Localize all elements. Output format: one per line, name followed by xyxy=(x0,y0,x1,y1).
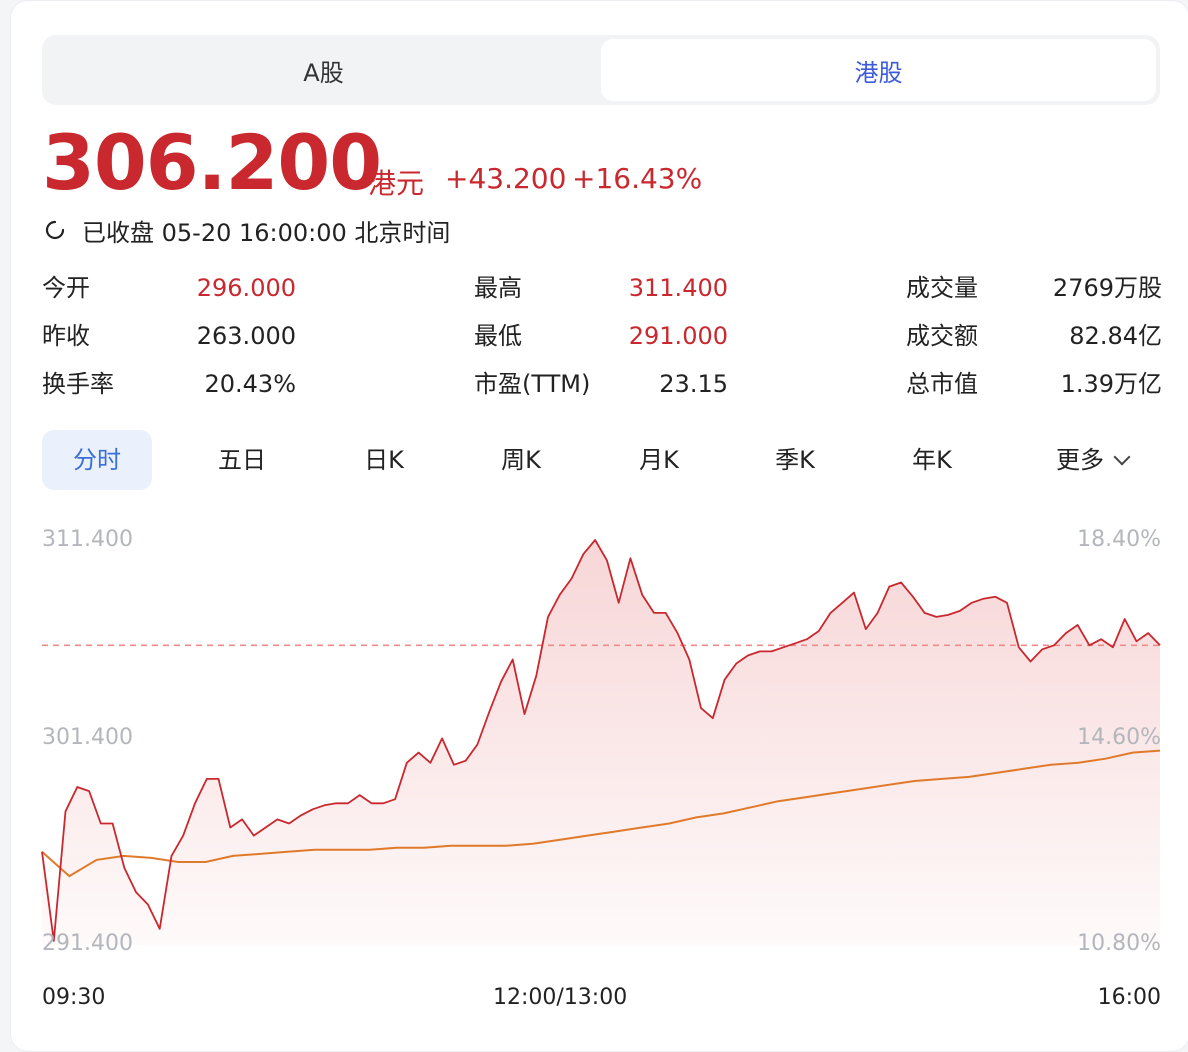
tab-hk-share[interactable]: 港股 xyxy=(601,39,1156,101)
stat-label-market-cap: 总市值 xyxy=(906,362,978,406)
tab-five-day[interactable]: 五日 xyxy=(187,430,297,490)
tab-more-label: 更多 xyxy=(1056,446,1104,474)
status-text: 已收盘 05-20 16:00:00 北京时间 xyxy=(82,213,450,248)
stat-label-low: 最低 xyxy=(474,314,522,358)
stat-label-open: 今开 xyxy=(42,266,90,310)
stat-label-pe-ttm: 市盈(TTM) xyxy=(474,362,590,406)
tab-intraday[interactable]: 分时 xyxy=(42,430,152,490)
last-price: 306.200 xyxy=(42,118,381,208)
stat-value-low: 291.000 xyxy=(629,314,728,358)
tab-quarterly-k[interactable]: 季K xyxy=(740,430,850,490)
period-tab-bar: 分时 五日 日K 周K 月K 季K 年K 更多 xyxy=(42,430,1162,490)
stat-value-market-cap: 1.39万亿 xyxy=(1061,362,1162,406)
stat-label-prev-close: 昨收 xyxy=(42,314,90,358)
tab-monthly-k[interactable]: 月K xyxy=(604,430,714,490)
stat-label-high: 最高 xyxy=(474,266,522,310)
stat-label-turnover-rate: 换手率 xyxy=(42,362,114,406)
tab-yearly-k[interactable]: 年K xyxy=(877,430,987,490)
stat-value-turnover-rate: 20.43% xyxy=(204,362,296,406)
tab-more[interactable]: 更多 xyxy=(1022,430,1162,490)
stat-label-volume: 成交量 xyxy=(906,266,978,310)
price-change-percent: +16.43% xyxy=(572,162,702,195)
market-status: 已收盘 05-20 16:00:00 北京时间 xyxy=(42,212,450,248)
stat-value-prev-close: 263.000 xyxy=(197,314,296,358)
refresh-icon xyxy=(42,217,68,243)
stat-value-pe-ttm: 23.15 xyxy=(659,362,728,406)
stat-label-turnover: 成交额 xyxy=(906,314,978,358)
price-change: +43.200 xyxy=(445,162,566,195)
stat-value-turnover: 82.84亿 xyxy=(1069,314,1162,358)
tab-a-share[interactable]: A股 xyxy=(46,39,601,101)
currency-label: 港元 xyxy=(368,162,424,202)
tab-daily-k[interactable]: 日K xyxy=(329,430,439,490)
chevron-down-icon xyxy=(1114,449,1131,466)
market-tab-bar: A股 港股 xyxy=(42,35,1160,105)
stat-value-volume: 2769万股 xyxy=(1053,266,1162,310)
stat-value-open: 296.000 xyxy=(197,266,296,310)
tab-weekly-k[interactable]: 周K xyxy=(466,430,576,490)
stat-value-high: 311.400 xyxy=(629,266,728,310)
